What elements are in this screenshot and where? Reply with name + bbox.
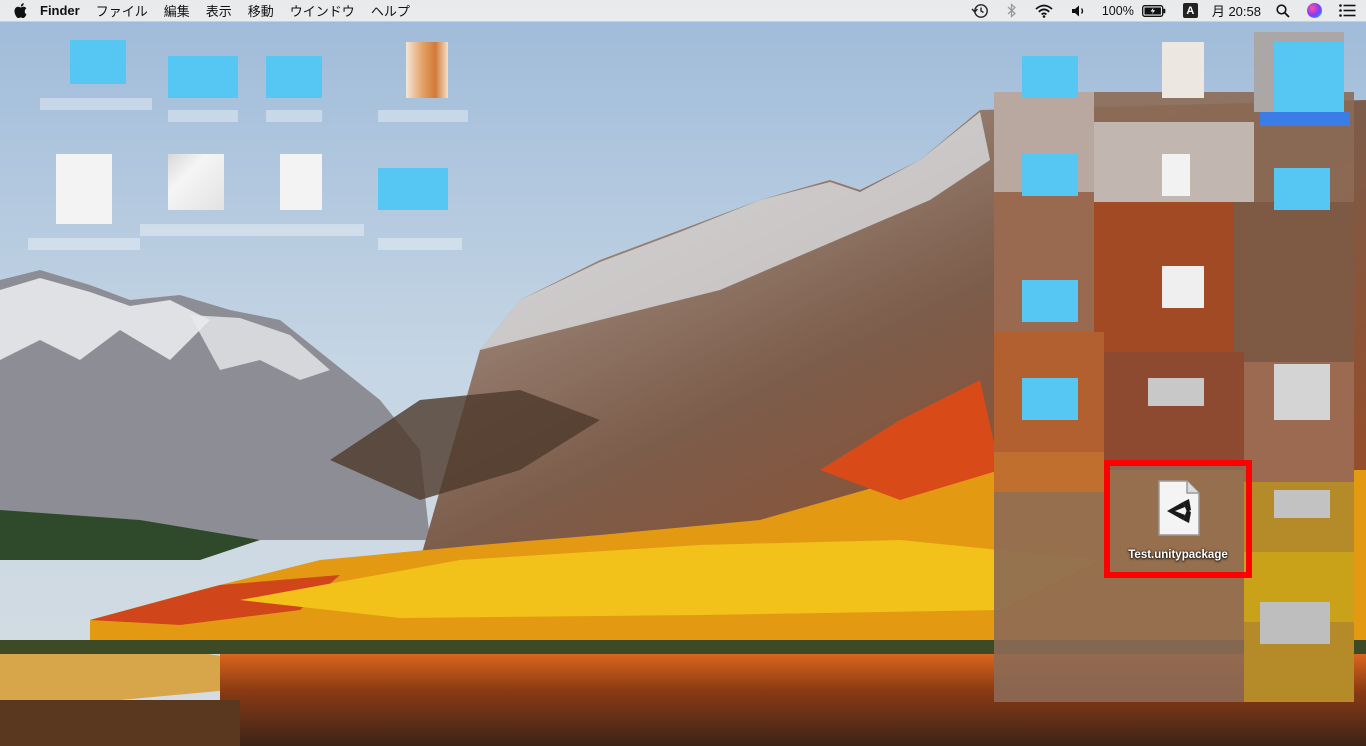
menu-window[interactable]: ウインドウ (290, 1, 365, 20)
blurred-file-label (168, 110, 238, 122)
blurred-file-label (28, 238, 140, 250)
image-file-icon[interactable] (406, 42, 448, 98)
battery-icon[interactable] (1141, 0, 1166, 22)
menu-file[interactable]: ファイル (96, 1, 158, 20)
document-file-icon[interactable] (280, 154, 322, 210)
clock[interactable]: 月 20:58 (1212, 1, 1261, 20)
document-file-icon[interactable] (168, 154, 224, 210)
pixelated-icon-area (994, 32, 1354, 702)
menu-bar: Finder ファイル 編集 表示 移動 ウインドウ ヘルプ 100% A 月 … (0, 0, 1366, 22)
blurred-file-label (266, 110, 322, 122)
siri-icon[interactable] (1307, 3, 1322, 18)
menu-go[interactable]: 移動 (248, 1, 284, 20)
apple-icon[interactable] (0, 0, 40, 22)
blurred-file-label (378, 110, 468, 122)
highlight-annotation-box (1104, 460, 1252, 578)
time-machine-icon[interactable] (971, 0, 989, 22)
menu-edit[interactable]: 編集 (164, 1, 200, 20)
folder-icon[interactable] (378, 168, 448, 210)
document-file-icon[interactable] (56, 154, 112, 224)
folder-icon[interactable] (70, 40, 126, 84)
folder-icon[interactable] (266, 56, 322, 98)
notification-center-icon[interactable] (1339, 0, 1356, 22)
volume-icon[interactable] (1071, 0, 1087, 22)
input-source-icon[interactable]: A (1182, 3, 1198, 18)
folder-icon[interactable] (168, 56, 238, 98)
blurred-file-label (40, 98, 152, 110)
blurred-file-label (378, 238, 462, 250)
menu-help[interactable]: ヘルプ (371, 1, 420, 20)
menu-finder[interactable]: Finder (40, 3, 90, 18)
blurred-file-label (140, 224, 364, 236)
menu-view[interactable]: 表示 (206, 1, 242, 20)
battery-percent[interactable]: 100% (1102, 4, 1134, 18)
bluetooth-icon[interactable] (1007, 0, 1017, 22)
desktop: Test.unitypackage (0, 0, 1366, 746)
wifi-icon[interactable] (1035, 0, 1053, 22)
spotlight-icon[interactable] (1276, 0, 1290, 22)
